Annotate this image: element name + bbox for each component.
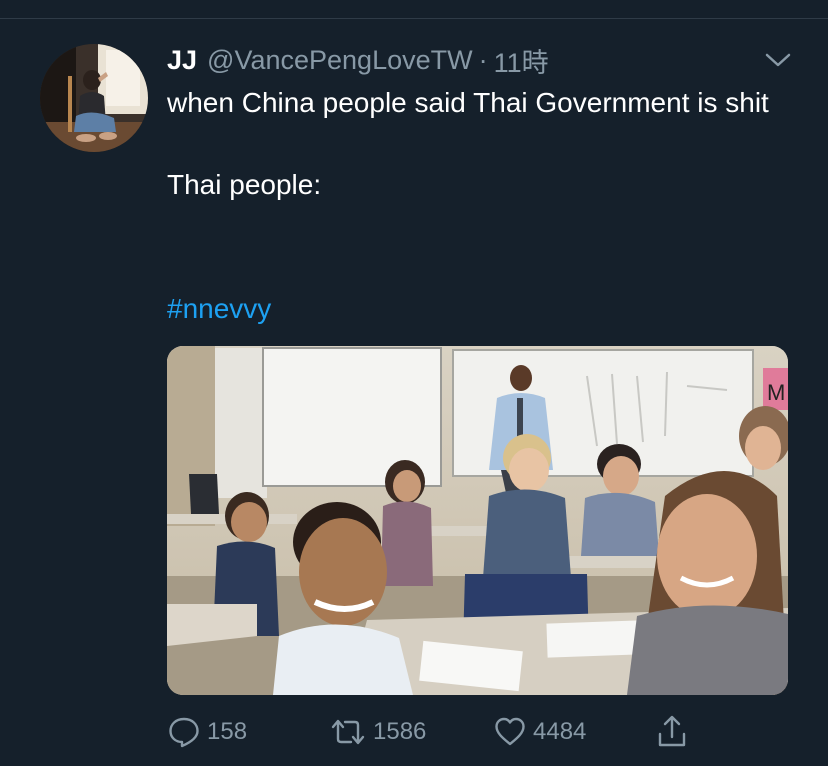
reply-button[interactable]: 158 bbox=[167, 712, 247, 752]
tweet-page: JJ @VancePengLoveTW · 11時 when China peo… bbox=[0, 0, 828, 766]
like-count: 4484 bbox=[533, 718, 587, 745]
tweet-header: JJ @VancePengLoveTW · 11時 bbox=[167, 40, 549, 80]
user-handle[interactable]: @VancePengLoveTW bbox=[207, 45, 473, 76]
timestamp[interactable]: 11時 bbox=[494, 41, 549, 80]
avatar-photo bbox=[40, 44, 148, 152]
tweet-text: when China people said Thai Government i… bbox=[167, 82, 787, 205]
tweet-media-image[interactable]: M bbox=[167, 346, 788, 695]
tweet-text-line: when China people said Thai Government i… bbox=[167, 87, 769, 118]
hashtag-link[interactable]: #nnevvy bbox=[167, 288, 271, 329]
retweet-button[interactable]: 1586 bbox=[329, 712, 426, 752]
separator-dot: · bbox=[478, 44, 488, 75]
share-icon bbox=[658, 715, 686, 747]
tweet-actions: 158 1586 4484 bbox=[167, 712, 727, 752]
top-divider bbox=[0, 18, 828, 19]
avatar[interactable] bbox=[40, 44, 148, 152]
chevron-down-icon[interactable] bbox=[762, 46, 794, 74]
display-name[interactable]: JJ bbox=[167, 45, 197, 76]
tweet-text-line: Thai people: bbox=[167, 169, 322, 200]
reply-count: 158 bbox=[207, 718, 248, 745]
board-sign-letter: M bbox=[767, 380, 785, 405]
retweet-count: 1586 bbox=[373, 718, 427, 745]
speech-bubble-icon bbox=[169, 717, 199, 748]
share-button[interactable] bbox=[655, 712, 689, 752]
retweet-icon bbox=[331, 719, 365, 745]
heart-icon bbox=[495, 717, 525, 746]
classroom-photo: M bbox=[167, 346, 788, 695]
like-button[interactable]: 4484 bbox=[493, 712, 586, 752]
